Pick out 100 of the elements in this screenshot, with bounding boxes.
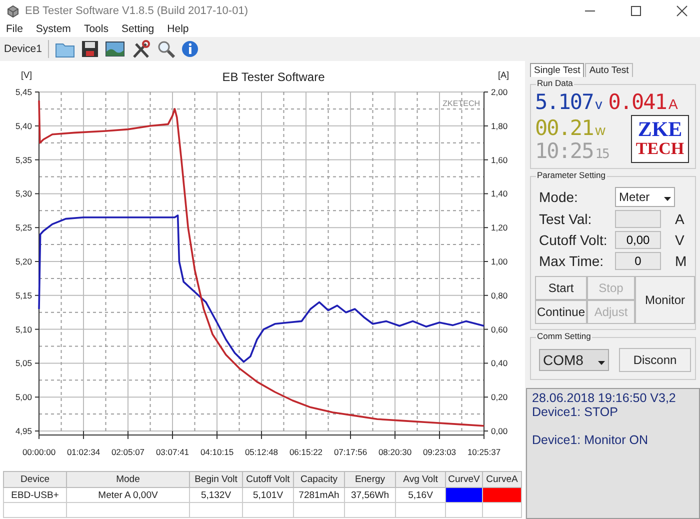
group-title: Run Data (536, 78, 574, 88)
log-line: Device1: STOP (532, 405, 619, 419)
column-header: CurveV (446, 472, 482, 488)
axis-tick-label: 08:20:30 (378, 447, 412, 457)
menu-item[interactable]: File (6, 23, 23, 35)
port-dropdown[interactable]: COM8 (539, 349, 609, 371)
group-title: Comm Setting (536, 331, 592, 341)
unit-label: V (675, 232, 686, 248)
menu-item[interactable]: System (36, 23, 71, 35)
axis-tick-label: 1,60 (491, 154, 508, 165)
log-line: 28.06.2018 19:16:50 V3,2 (532, 391, 677, 405)
axis-tick-label: 5,40 (15, 120, 32, 131)
app-icon (6, 4, 20, 18)
axis-tick-label: 02:05:07 (111, 447, 145, 457)
column-header: Energy (344, 472, 396, 488)
axis-tick-label: 0,80 (491, 290, 508, 300)
axis-tick-label: 0,60 (491, 324, 508, 334)
menu-item[interactable]: Tools (84, 23, 108, 35)
column-header: Capacity (294, 472, 344, 488)
field-label: Test Val: (539, 211, 593, 227)
axis-tick-label: 4,95 (15, 426, 32, 436)
input-field[interactable] (615, 210, 661, 228)
axis-tick-label: 0,40 (491, 358, 508, 368)
menu-item[interactable]: Help (167, 23, 189, 35)
device-label: Device1 (4, 43, 42, 55)
axis-tick-label: 5,45 (15, 87, 32, 97)
input-field[interactable]: 0,00 (615, 231, 661, 249)
table-cell: 5,132V (190, 488, 242, 502)
window-title: EB Tester Software V1.8.5 (Build 2017-10-01) (25, 5, 248, 17)
disconnect-button[interactable]: Disconn (619, 348, 691, 372)
table-cell: 5,101V (242, 488, 294, 502)
axis-tick-label: 00:00:00 (22, 447, 56, 457)
current-reading: 0.041 (608, 91, 666, 113)
axis-tick-label: 04:10:15 (200, 447, 234, 457)
unit-label: A (675, 211, 686, 227)
info-icon[interactable] (180, 40, 199, 58)
axis-tick-label: 2,00 (491, 87, 508, 97)
column-header: Avg Volt (396, 472, 446, 488)
column-header: Cutoff Volt (242, 472, 294, 488)
unit-label: M (675, 253, 688, 269)
chart-brand-label: ZKETECH (442, 99, 480, 108)
axis-tick-label: 1,00 (491, 256, 508, 266)
voltage-reading: 5.107 (535, 91, 594, 113)
input-field[interactable]: 0 (615, 252, 661, 270)
column-header: Device (4, 472, 66, 488)
mode-dropdown[interactable]: Meter (615, 187, 675, 207)
column-header: Begin Volt (190, 472, 242, 488)
axis-tick-label: 05:12:48 (244, 447, 278, 457)
unit-label: v (595, 96, 602, 112)
axis-title: [V] (21, 70, 32, 80)
table-cell: 37,56Wh (344, 488, 396, 502)
axis-tick-label: 1,80 (491, 120, 508, 131)
axis-tick-label: 01:02:34 (66, 447, 100, 457)
unit-label: w (595, 122, 606, 138)
axis-title: [A] (498, 70, 510, 80)
action-button[interactable]: Continue (535, 300, 587, 324)
unit-label: A (668, 96, 678, 112)
field-label: Mode: (539, 189, 579, 205)
power-reading: 00.21 (535, 116, 594, 138)
table-cell: 7281mAh (294, 488, 344, 502)
tools-icon[interactable] (130, 40, 151, 58)
axis-tick-label: 06:15:22 (289, 447, 323, 457)
axis-tick-label: 5,05 (15, 358, 32, 368)
tab[interactable]: Auto Test (585, 63, 633, 77)
axis-tick-label: 5,30 (15, 188, 32, 199)
maximize-icon[interactable] (630, 5, 642, 17)
close-icon[interactable] (676, 5, 688, 17)
logo: ZKE TECH (631, 115, 689, 163)
time-reading: 10:25 (535, 140, 594, 162)
field-label: Max Time: (539, 253, 605, 269)
axis-tick-label: 03:07:41 (156, 447, 190, 457)
table-cell: EBD-USB+ (4, 488, 66, 502)
axis-tick-label: 1,20 (491, 222, 508, 233)
axis-tick-label: 5,25 (15, 222, 32, 233)
search-icon[interactable] (156, 40, 175, 58)
log-line: Device1: Monitor ON (532, 433, 650, 447)
axis-tick-label: 5,00 (15, 392, 32, 402)
table-cell: Meter A 0,00V (66, 488, 190, 502)
action-button[interactable]: Start (535, 276, 587, 300)
column-header: Mode (66, 472, 190, 488)
axis-tick-label: 0,20 (491, 392, 508, 402)
group-title: Parameter Setting (536, 170, 607, 180)
axis-tick-label: 0,00 (491, 426, 508, 436)
tab[interactable]: Single Test (530, 63, 584, 77)
field-label: Cutoff Volt: (539, 232, 608, 248)
monitor-button[interactable]: Monitor (635, 276, 695, 324)
table-cell: 5,16V (396, 488, 446, 502)
axis-tick-label: 07:17:56 (334, 447, 368, 457)
axis-tick-label: 5,35 (15, 154, 32, 165)
axis-tick-label: 5,15 (15, 290, 32, 300)
column-header: CurveA (482, 472, 522, 488)
axis-tick-label: 5,20 (15, 256, 32, 266)
menu-item[interactable]: Setting (121, 23, 154, 35)
axis-tick-label: 10:25:37 (467, 447, 501, 457)
axis-tick-label: 1,40 (491, 188, 508, 199)
axis-tick-label: 5,10 (15, 324, 32, 334)
landscape-picture-icon[interactable] (104, 41, 125, 57)
chart-title: EB Tester Software (222, 70, 325, 84)
seconds-reading: 15 (595, 146, 609, 162)
axis-tick-label: 09:23:03 (422, 447, 456, 457)
